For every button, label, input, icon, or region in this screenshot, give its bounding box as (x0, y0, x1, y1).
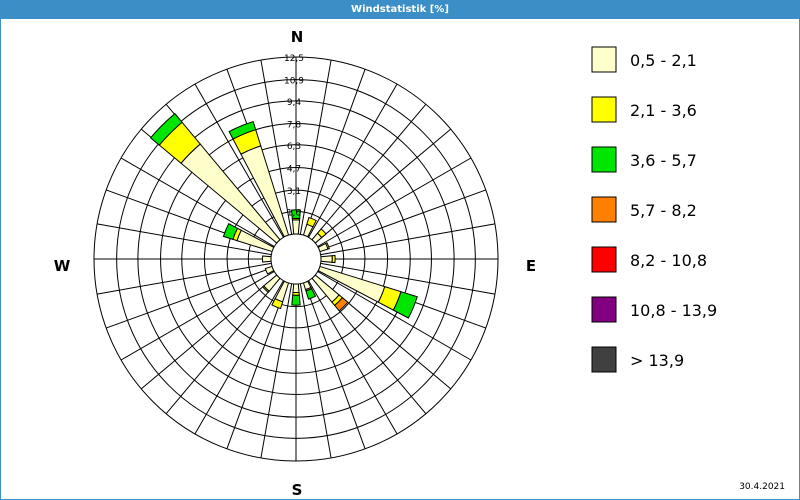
radial-tick-labels: 1,6 3,1 4,7 6,3 7,8 9,4 10,9 12,5 (284, 54, 304, 218)
radial-tick-label: 1,6 (287, 208, 302, 218)
calm-circle-shape (270, 233, 322, 285)
grid-spoke-23 (140, 274, 278, 390)
legend-label: 3,6 - 5,7 (630, 151, 697, 170)
grid-spoke-4 (311, 103, 427, 241)
legend-label: > 13,9 (630, 351, 684, 370)
legend-swatch (591, 146, 617, 173)
radial-tick-label: 9,4 (287, 98, 302, 108)
compass-label-e: E (526, 257, 536, 275)
wind-bar-s-class-3 (291, 294, 301, 306)
legend-label: 0,5 - 2,1 (630, 51, 697, 70)
grid-spoke-17 (299, 283, 332, 459)
wind-bar-s-class-1 (292, 283, 300, 293)
grid-spoke-26 (96, 262, 272, 295)
grid-spoke-19 (260, 283, 293, 459)
radial-tick-label: 10,9 (284, 77, 304, 87)
compass-label-n: N (291, 28, 304, 46)
grid-spoke-16 (304, 282, 366, 449)
grid-spoke-8 (320, 223, 496, 256)
legend-swatch (591, 46, 617, 73)
legend-swatch (591, 196, 617, 223)
legend-swatch (591, 346, 617, 373)
legend-label: 8,2 - 10,8 (630, 251, 707, 270)
radial-tick-label: 3,1 (287, 187, 301, 197)
grid-spoke-21 (194, 280, 284, 435)
chart-window: Windstatistik [%] 1,6 3,1 4,7 6,3 7,8 9,4 10,9… (0, 0, 800, 500)
date-stamp: 30.4.2021 (739, 482, 785, 492)
grid-spoke-12 (317, 271, 472, 361)
grid-spoke-5 (314, 128, 452, 244)
grid-spoke-7 (319, 189, 486, 251)
wind-bar-e-class-2 (331, 254, 336, 264)
calm-circle (270, 233, 322, 285)
radial-tick-label: 7,8 (287, 121, 302, 131)
wind-bar-n-class-1 (291, 219, 301, 235)
wind-rose-chart: 1,6 3,1 4,7 6,3 7,8 9,4 10,9 12,5 N E S W 0,5 -… (54, 28, 717, 499)
legend-label: 5,7 - 8,2 (630, 201, 697, 220)
grid-spoke-25 (106, 267, 273, 329)
legend-swatch (591, 246, 617, 273)
legend-label: 2,1 - 3,6 (630, 101, 697, 120)
legend: 0,5 - 2,1 2,1 - 3,6 3,6 - 5,7 5,7 - 8,2 8,2 … (591, 46, 717, 373)
grid-spoke-22 (165, 277, 281, 415)
legend-swatch (591, 296, 617, 323)
compass-label-s: S (292, 481, 303, 499)
grid-spoke-3 (308, 83, 398, 238)
legend-swatch (591, 96, 617, 123)
grid-spoke-6 (317, 157, 472, 247)
grid-spoke-24 (120, 271, 275, 361)
radial-tick-label: 6,3 (287, 142, 301, 152)
grid-spoke-2 (304, 69, 366, 236)
wind-bar-e-class-1 (320, 255, 333, 263)
grid-spoke-1 (299, 59, 332, 235)
wind-bar-w-class-1 (262, 255, 272, 263)
radial-tick-label: 12,5 (284, 54, 304, 64)
compass-label-w: W (54, 257, 71, 275)
radial-tick-label: 4,7 (287, 164, 301, 174)
legend-label: 10,8 - 13,9 (630, 301, 717, 320)
